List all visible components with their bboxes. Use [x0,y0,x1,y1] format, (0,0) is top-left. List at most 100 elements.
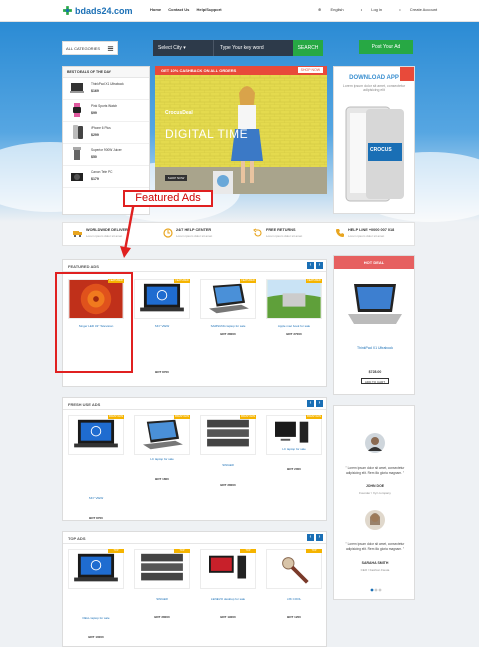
juicer-thumb [73,147,81,160]
next-arrow-icon[interactable]: › [316,400,323,407]
tablet-image [345,106,404,202]
top-badge: TOP [306,549,322,553]
nav-home[interactable]: Home [150,7,161,12]
ad-title[interactable]: LC laptop for sale [134,457,190,461]
featured-ads-header: FEATURED ADS ‹ › [63,260,326,272]
ad-price: BDT 8700 [89,516,103,520]
account-nav: ⊕ English • Log in • Create Account [318,7,453,12]
search-bar: Select City ▾ Type Your key word SEARCH [153,40,323,56]
post-ad-button[interactable]: Post Your Ad [359,40,413,54]
list-item[interactable]: Pink Sports Watch $99 [63,100,149,122]
item-name: ThinkPad X1 Ultrabook [91,82,124,86]
banner-tag: CrocusDeal [165,110,193,116]
nav-contact[interactable]: Contact Us [168,7,189,12]
chevron-down-icon: ▾ [183,45,186,51]
return-icon [253,228,262,237]
app-subtitle: Lorem ipsum dolor sit amet, consectetur … [342,84,406,92]
prev-arrow-icon[interactable]: ‹ [307,534,314,541]
top-ads-section: TOP ADS ‹ › TOP DELL laptop for sale BDT… [62,531,327,647]
city-select[interactable]: Select City ▾ [153,40,213,56]
featured-badge: FEATURED [174,279,190,283]
ad-card[interactable]: FRESH ADS LC laptop for sale BDT 2000 [266,415,322,471]
section-title: TOP ADS [68,536,86,541]
testimonial-role: Founder / Xyz company [359,491,391,495]
avatar [365,433,385,453]
ad-card[interactable]: TOP LENEVO desktop for sale BDT 19000 [200,549,256,619]
ad-card[interactable]: FRESH ADS LC laptop for sale BDT 1800 [134,415,190,481]
item-name: Canon Tele PC [91,170,113,174]
top-badge: TOP [108,549,124,553]
list-item[interactable]: Superior 900W Juicer $50 [63,144,149,166]
item-price: $50 [91,155,97,159]
ad-title[interactable]: LENEVO desktop for sale [200,597,256,601]
ad-title[interactable]: Apple mac book for sale [266,324,322,328]
top-ads-header: TOP ADS ‹ › [63,532,326,544]
ad-price: BDT 27000 [286,332,302,336]
ad-card[interactable]: TOP DELL laptop for sale BDT 10000 [68,549,124,639]
ad-title[interactable]: LC laptop for sale [266,447,322,451]
search-button[interactable]: SEARCH [293,40,323,56]
ad-card[interactable]: FRESH ADS SKY VIEW BDT 8700 [68,415,124,520]
banner-more-button[interactable]: SHOP NOW [165,175,187,181]
feature-desc: Lorem ipsum dolor sit amet [176,234,213,238]
featured-badge: FEATURED [306,279,322,283]
carousel-dots[interactable] [370,588,382,592]
menu-icon [107,46,114,51]
ad-title[interactable]: SINGER [200,463,256,467]
watch-image [266,549,322,589]
testimonial-name: SARAHA SMITH [361,561,389,565]
logo-icon [63,6,72,15]
testimonials-panel: " Lorem ipsum dolor sit amet, consectetu… [333,405,415,600]
item-name: iPhone 6 Plus [91,126,111,130]
next-arrow-icon[interactable]: › [316,262,323,269]
logo-text: bdads24.com [75,6,133,16]
prev-arrow-icon[interactable]: ‹ [307,400,314,407]
add-to-cart-button[interactable]: ADD TO CART [361,378,389,384]
watch-thumb [73,103,81,117]
ad-card[interactable]: FRESH ADS SINGER BDT 28000 [200,415,256,487]
hot-deal-title: HOT DEAL [334,256,414,269]
feature-title: FREE RETURNS [266,228,296,232]
testimonial-role: CEO / Fashion Fiesta [360,568,390,572]
ad-card[interactable]: FEATURED SKY VIEW BDT 8700 [134,279,190,374]
keyword-input[interactable]: Type Your key word [213,40,293,56]
categories-dropdown[interactable]: ALL CATEGORIES [62,41,118,55]
site-logo[interactable]: bdads24.com [62,5,133,16]
fresh-badge: FRESH ADS [108,415,124,419]
ad-title[interactable]: JJK COOL [266,597,322,601]
fresh-ads-section: FRESH USE ADS ‹ › FRESH ADS SKY VIEW BDT… [62,397,327,521]
user-icon: • [399,7,402,12]
ad-card[interactable]: FEATURED SAMSUNG laptop for sale BDT 280… [200,279,256,336]
ad-title[interactable]: SKY VIEW [68,496,124,500]
create-account-link[interactable]: • Create Account [399,7,445,12]
ad-card[interactable]: TOP SINGER BDT 28000 [134,549,190,619]
ad-card[interactable]: TOP JJK COOL BDT 1200 [266,549,322,619]
ad-card[interactable]: FEATURED Apple mac book for sale BDT 270… [266,279,322,336]
promo-banner[interactable]: GET 10% CASHBACK ON ALL ORDERS SHOP NOW … [155,66,327,194]
laptop-image [134,415,190,455]
feature-title: HELP LINE +0000 007 018 [348,228,395,232]
app-promo[interactable]: DOWNLOAD APP Lorem ipsum dolor sit amet,… [333,66,415,214]
nav-help[interactable]: Help/Support [197,7,222,12]
features-strip: WORLDWIDE DELIVERY Lorem ipsum dolor sit … [62,222,415,246]
list-item[interactable]: iPhone 6 Plus $299 [63,122,149,144]
ad-title[interactable]: SINGER [134,597,190,601]
shop-now-button[interactable]: SHOP NOW [297,67,323,73]
next-arrow-icon[interactable]: › [316,534,323,541]
list-item[interactable]: Canon Tele PC $179 [63,166,149,188]
hot-deal-name[interactable]: ThinkPad X1 Ultrabook [334,346,416,350]
server-image [134,549,190,589]
list-item[interactable]: ThinkPad X1 Ultrabook $169 [63,78,149,100]
camera-thumb [71,173,83,181]
prev-arrow-icon[interactable]: ‹ [307,262,314,269]
language-select[interactable]: ⊕ English [318,7,352,12]
testimonial-quote: " Lorem ipsum dolor sit amet, consectetu… [345,542,405,551]
ad-title[interactable]: DELL laptop for sale [68,616,124,620]
ad-title[interactable]: SAMSUNG laptop for sale [200,324,256,328]
ad-title[interactable]: SKY VIEW [134,324,190,328]
login-link[interactable]: • Log in [361,7,390,12]
ribbon-icon [400,67,414,81]
ad-price: BDT 1800 [155,477,169,481]
desktop-image [200,549,256,589]
item-price: $299 [91,133,99,137]
